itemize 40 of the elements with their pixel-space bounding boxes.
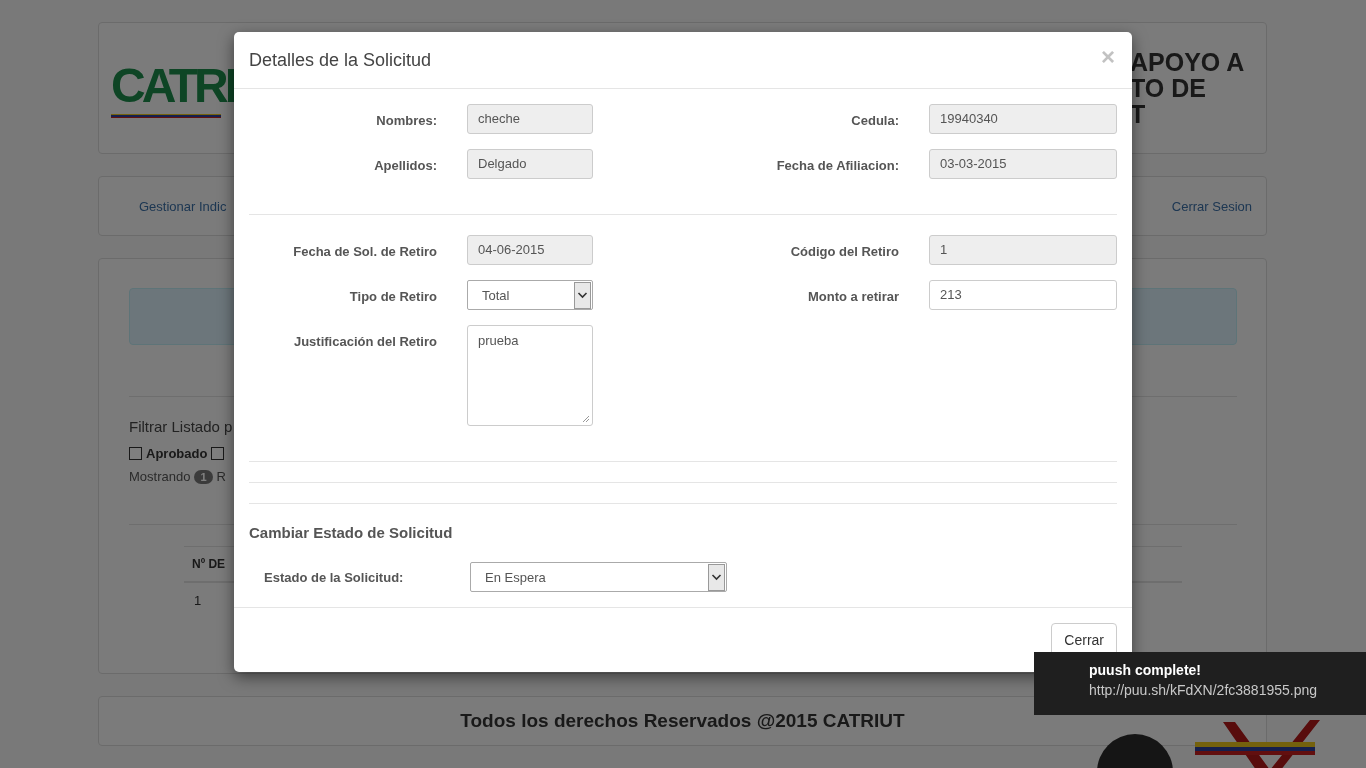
table-cell-text: 1 (193, 592, 202, 608)
footer-text: Todos los derechos Reservados @2015 CATRIUT (460, 710, 905, 732)
field-label: Fecha de Afiliacion: (775, 157, 900, 175)
field-label: Tipo de Retiro (348, 288, 438, 306)
input-field[interactable]: 1 (929, 235, 1117, 265)
input-field[interactable]: 03-03-2015 (929, 149, 1117, 179)
checkbox-label[interactable]: Aprobado (146, 445, 208, 461)
input-field[interactable]: cheche (467, 104, 593, 134)
field-label: Apellidos: (373, 157, 438, 175)
count-badge: 1 (194, 469, 213, 484)
field-label: Monto a retirar (807, 288, 900, 306)
input-field[interactable]: 213 (929, 280, 1117, 310)
page-title: APOYO A (1130, 49, 1246, 75)
checkbox[interactable] (129, 446, 142, 460)
input-field[interactable]: 19940340 (929, 104, 1117, 134)
input-field[interactable]: 04-06-2015 (467, 235, 593, 265)
chevron-down-icon (708, 563, 725, 591)
showing-text: Mostrando (129, 469, 191, 484)
modal-title: Detalles de la Solicitud (249, 50, 432, 71)
dropdown[interactable]: En Espera (470, 562, 727, 592)
logo: CATRI (111, 58, 235, 118)
text-area[interactable]: prueba (467, 325, 593, 426)
field-label: Nombres: (375, 112, 438, 130)
field-label: Cedula: (850, 112, 900, 130)
page-title: TO DE (1130, 75, 1207, 101)
showing-text: R (216, 469, 226, 484)
checkbox[interactable] (211, 446, 225, 460)
filter-label: Filtrar Listado p (129, 418, 233, 435)
resize-grip-icon (581, 414, 590, 423)
column-header: Nº DE (191, 557, 226, 571)
field-label: Código del Retiro (789, 243, 900, 261)
notification-url[interactable]: http://puu.sh/kFdXN/2fc3881955.png (1089, 682, 1366, 698)
field-label: Justificación del Retiro (292, 333, 438, 351)
field-label: Fecha de Sol. de Retiro (292, 243, 438, 261)
section-heading: Cambiar Estado de Solicitud (249, 524, 454, 541)
chevron-down-icon (574, 281, 591, 309)
notification-title: puush complete! (1089, 662, 1202, 678)
field-label: Estado de la Solicitud: (264, 569, 405, 585)
dropdown[interactable]: Total (467, 280, 593, 310)
input-field[interactable]: Delgado (467, 149, 593, 179)
